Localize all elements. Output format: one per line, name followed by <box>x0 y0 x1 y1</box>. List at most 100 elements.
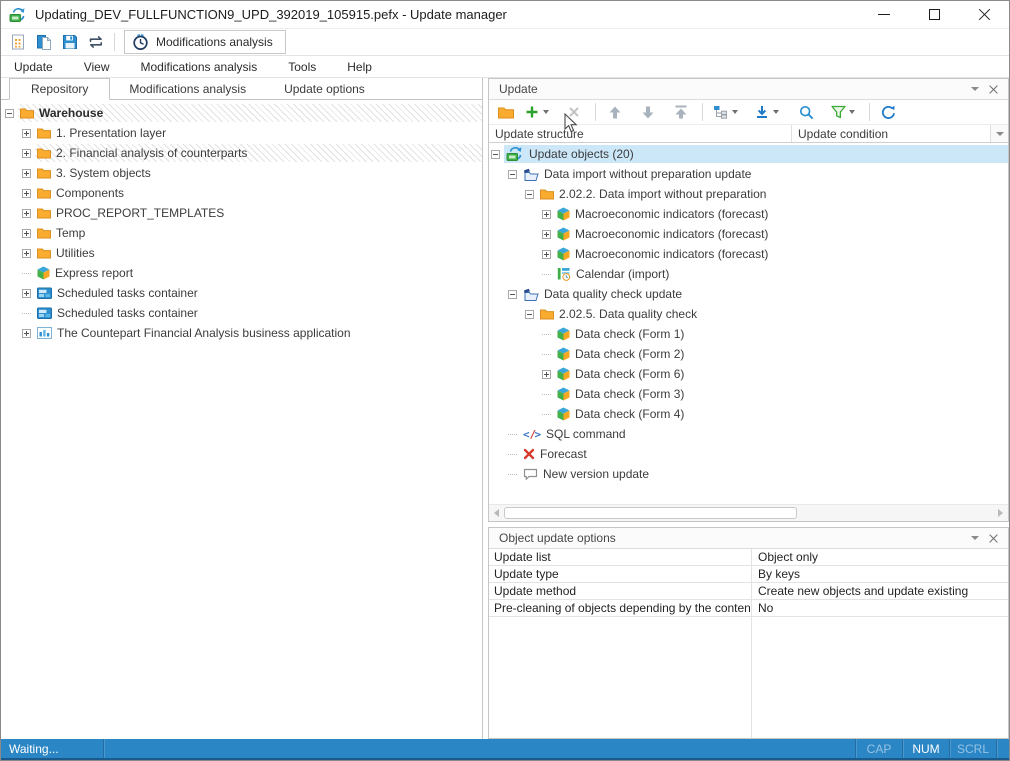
collapse-minus-icon[interactable] <box>525 189 534 199</box>
tree-row-scheduled-tasks-container[interactable]: Scheduled tasks container <box>1 283 482 303</box>
expand-plus-icon[interactable] <box>542 249 551 259</box>
expand-plus-icon[interactable] <box>22 228 31 238</box>
tree-row-scheduled-tasks-container[interactable]: Scheduled tasks container <box>1 303 482 323</box>
collapse-minus-icon[interactable] <box>508 289 517 299</box>
tree-item[interactable]: Scheduled tasks container <box>35 304 482 322</box>
tree-item[interactable]: < / > SQL command <box>521 425 1008 443</box>
tree-item[interactable]: Utilities <box>35 244 482 262</box>
tab-modifications-analysis[interactable]: Modifications analysis <box>110 79 265 99</box>
tree-row-update-objects-20[interactable]: Update objects (20) <box>489 144 1008 164</box>
tree-item[interactable]: 2.02.5. Data quality check <box>538 305 1008 323</box>
expand-plus-icon[interactable] <box>22 248 31 258</box>
property-row-pre-cleaning-of-objects-depending-by-the-contents[interactable]: Pre-cleaning of objects depending by the… <box>489 600 1008 617</box>
property-row-update-list[interactable]: Update list Object only <box>489 549 1008 566</box>
column-update-condition[interactable]: Update condition <box>791 125 990 142</box>
property-row-update-type[interactable]: Update type By keys <box>489 566 1008 583</box>
tree-item[interactable]: 3. System objects <box>35 164 482 182</box>
expand-plus-icon[interactable] <box>22 128 31 138</box>
tree-row-express-report[interactable]: Express report <box>1 263 482 283</box>
move-top-button[interactable] <box>671 101 691 124</box>
collapse-minus-icon[interactable] <box>491 149 500 159</box>
modifications-analysis-button[interactable]: Modifications analysis <box>124 30 286 54</box>
refresh-button[interactable] <box>878 101 898 124</box>
tree-item[interactable]: Data check (Form 6) <box>555 365 1008 383</box>
tree-row-proc-report-templates[interactable]: PROC_REPORT_TEMPLATES <box>1 203 482 223</box>
close-button[interactable] <box>973 5 995 25</box>
add-button[interactable] <box>522 101 542 124</box>
scroll-right-button[interactable] <box>993 506 1008 521</box>
tab-update-options[interactable]: Update options <box>265 79 384 99</box>
tree-item[interactable]: Macroeconomic indicators (forecast) <box>555 225 1008 243</box>
tree-item[interactable]: Calendar (import) <box>555 265 1008 283</box>
tree-row-new-version-update[interactable]: New version update <box>489 464 1008 484</box>
add-dropdown-icon[interactable] <box>543 110 549 114</box>
panel-close-button[interactable] <box>984 81 1002 97</box>
tree-row-utilities[interactable]: Utilities <box>1 243 482 263</box>
search-button[interactable] <box>796 101 816 124</box>
tree-row-2-02-5-data-quality-check[interactable]: 2.02.5. Data quality check <box>489 304 1008 324</box>
delete-button[interactable] <box>564 101 584 124</box>
download-button[interactable] <box>752 101 772 124</box>
tree-item[interactable]: Components <box>35 184 482 202</box>
minimize-button[interactable] <box>873 5 895 25</box>
tree-row-data-check-form-1[interactable]: Data check (Form 1) <box>489 324 1008 344</box>
tree-row-components[interactable]: Components <box>1 183 482 203</box>
tree-item[interactable]: New version update <box>521 465 1008 483</box>
property-value[interactable]: By keys <box>751 567 1008 581</box>
menu-help[interactable]: Help <box>336 60 383 74</box>
maximize-button[interactable] <box>923 5 945 25</box>
expand-plus-icon[interactable] <box>22 208 31 218</box>
expand-plus-icon[interactable] <box>22 288 31 298</box>
filter-dropdown-icon[interactable] <box>849 110 855 114</box>
menu-modifications-analysis[interactable]: Modifications analysis <box>130 60 269 74</box>
tree-item[interactable]: Data check (Form 2) <box>555 345 1008 363</box>
tree-row-data-quality-check-update[interactable]: Data quality check update <box>489 284 1008 304</box>
tree-row-warehouse[interactable]: Warehouse <box>1 103 482 123</box>
tree-row-macroeconomic-indicators-forecast[interactable]: Macroeconomic indicators (forecast) <box>489 204 1008 224</box>
tree-row-3-system-objects[interactable]: 3. System objects <box>1 163 482 183</box>
tree-row-the-countepart-financial-analysis-business-application[interactable]: The Countepart Financial Analysis busine… <box>1 323 482 343</box>
tree-item[interactable]: Warehouse <box>18 104 482 122</box>
tree-row-data-check-form-4[interactable]: Data check (Form 4) <box>489 404 1008 424</box>
move-up-button[interactable] <box>605 101 625 124</box>
save-button[interactable] <box>57 31 83 54</box>
tree-row-macroeconomic-indicators-forecast[interactable]: Macroeconomic indicators (forecast) <box>489 244 1008 264</box>
tree-item[interactable]: Express report <box>35 264 482 282</box>
expand-plus-icon[interactable] <box>22 168 31 178</box>
scroll-left-button[interactable] <box>489 506 504 521</box>
tree-item[interactable]: Temp <box>35 224 482 242</box>
tree-item[interactable]: Data check (Form 4) <box>555 405 1008 423</box>
tree-item[interactable]: PROC_REPORT_TEMPLATES <box>35 204 482 222</box>
tree-row-data-check-form-6[interactable]: Data check (Form 6) <box>489 364 1008 384</box>
expand-plus-icon[interactable] <box>22 328 31 338</box>
tree-item[interactable]: Macroeconomic indicators (forecast) <box>555 245 1008 263</box>
property-row-update-method[interactable]: Update method Create new objects and upda… <box>489 583 1008 600</box>
tree-item[interactable]: 2. Financial analysis of counterparts <box>35 144 482 162</box>
tree-item[interactable]: 2.02.2. Data import without preparation <box>538 185 1008 203</box>
sync-button[interactable] <box>83 31 109 54</box>
expand-plus-icon[interactable] <box>542 209 551 219</box>
tree-item[interactable]: Data check (Form 1) <box>555 325 1008 343</box>
tree-item[interactable]: Update objects (20) <box>504 145 1008 163</box>
collapse-minus-icon[interactable] <box>525 309 534 319</box>
menu-view[interactable]: View <box>73 60 121 74</box>
scrollbar-track[interactable] <box>504 505 993 521</box>
column-update-structure[interactable]: Update structure <box>489 125 791 142</box>
download-dropdown-icon[interactable] <box>773 110 779 114</box>
tree-row-data-check-form-3[interactable]: Data check (Form 3) <box>489 384 1008 404</box>
copy-button[interactable] <box>31 31 57 54</box>
expand-plus-icon[interactable] <box>542 229 551 239</box>
menu-update[interactable]: Update <box>3 60 64 74</box>
tree-row-data-check-form-2[interactable]: Data check (Form 2) <box>489 344 1008 364</box>
horizontal-scrollbar[interactable] <box>489 504 1008 521</box>
property-value[interactable]: No <box>751 601 1008 615</box>
tree-item[interactable]: 1. Presentation layer <box>35 124 482 142</box>
tree-item[interactable]: Data quality check update <box>521 285 1008 303</box>
tree-item[interactable]: Data import without preparation update <box>521 165 1008 183</box>
tree-row-macroeconomic-indicators-forecast[interactable]: Macroeconomic indicators (forecast) <box>489 224 1008 244</box>
tree-row-temp[interactable]: Temp <box>1 223 482 243</box>
expand-plus-icon[interactable] <box>22 188 31 198</box>
column-options-button[interactable] <box>990 125 1008 142</box>
tree-row-calendar-import[interactable]: Calendar (import) <box>489 264 1008 284</box>
menu-tools[interactable]: Tools <box>277 60 327 74</box>
